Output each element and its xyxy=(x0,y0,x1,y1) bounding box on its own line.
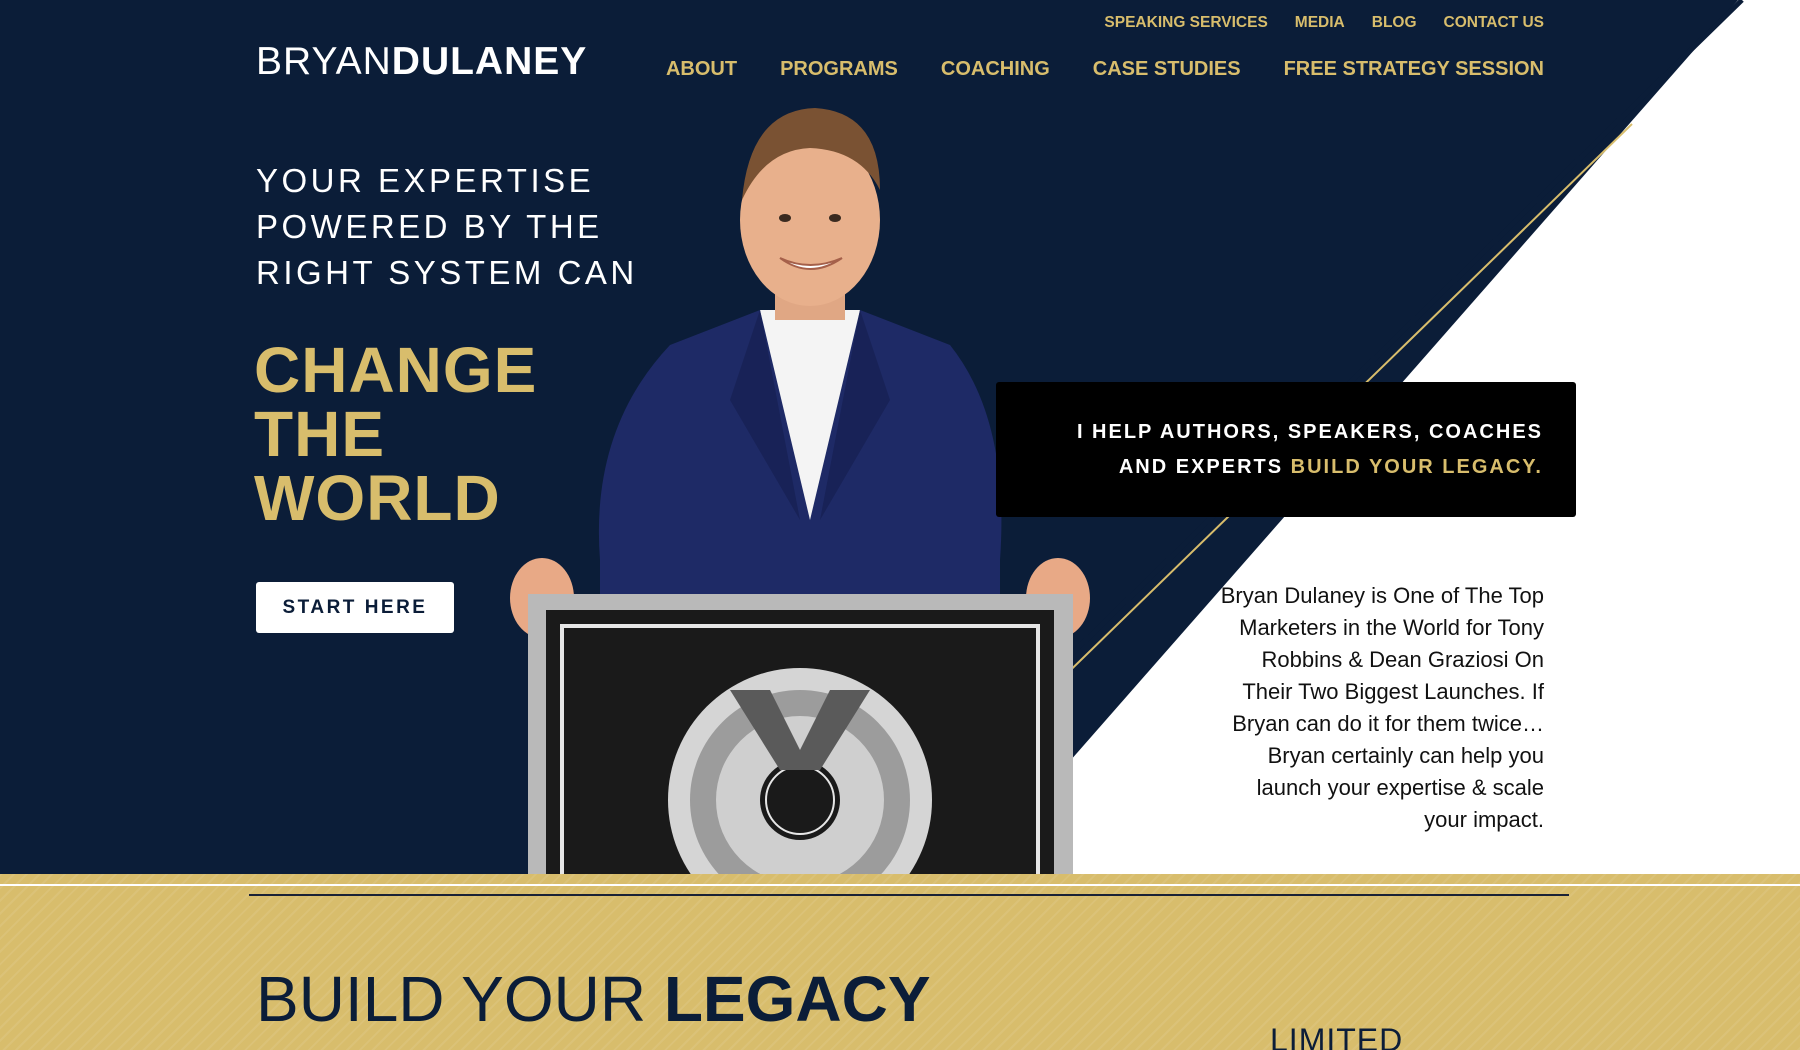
nav-about[interactable]: ABOUT xyxy=(666,58,737,81)
nav-speaking-services[interactable]: SPEAKING SERVICES xyxy=(1104,14,1267,32)
nav-blog[interactable]: BLOG xyxy=(1372,14,1417,32)
bio-line: Bryan Dulaney is One of The Top xyxy=(1220,583,1544,608)
divider-line xyxy=(0,884,1800,886)
main-nav: ABOUT PROGRAMS COACHING CASE STUDIES FRE… xyxy=(666,58,1544,81)
bio-line: launch your expertise & scale xyxy=(1256,775,1544,800)
callout-build-legacy: BUILD YOUR LEGACY. xyxy=(1290,456,1543,478)
bio-paragraph: Bryan Dulaney is One of The Top Marketer… xyxy=(1164,580,1544,836)
divider-line xyxy=(249,894,1569,896)
nav-coaching[interactable]: COACHING xyxy=(941,58,1050,81)
legacy-heading-light: BUILD YOUR xyxy=(256,963,647,1035)
bio-line: Bryan can do it for them twice… xyxy=(1232,711,1544,736)
nav-free-strategy-session[interactable]: FREE STRATEGY SESSION xyxy=(1284,58,1544,81)
top-utility-nav: SPEAKING SERVICES MEDIA BLOG CONTACT US xyxy=(1104,14,1544,32)
limited-label: LIMITED xyxy=(1270,1022,1404,1050)
callout-line-1: I HELP AUTHORS, SPEAKERS, COACHES xyxy=(1076,421,1543,443)
callout-line-2: AND EXPERTS BUILD YOUR LEGACY. xyxy=(996,450,1543,485)
nav-media[interactable]: MEDIA xyxy=(1295,14,1345,32)
callout-box: I HELP AUTHORS, SPEAKERS, COACHES AND EX… xyxy=(996,382,1576,517)
callout-experts: AND EXPERTS xyxy=(1118,456,1284,478)
legacy-section: BUILD YOUR LEGACY LIMITED xyxy=(0,874,1800,1050)
start-here-button[interactable]: START HERE xyxy=(256,582,454,633)
nav-contact-us[interactable]: CONTACT US xyxy=(1444,14,1544,32)
bio-line: Bryan certainly can help you xyxy=(1267,743,1544,768)
bio-line: your impact. xyxy=(1424,807,1544,832)
legacy-heading-bold: LEGACY xyxy=(663,963,931,1035)
bio-line: Marketers in the World for Tony xyxy=(1239,615,1544,640)
logo-first-name: BRYAN xyxy=(256,40,392,83)
nav-case-studies[interactable]: CASE STUDIES xyxy=(1093,58,1241,81)
bio-line: Robbins & Dean Graziosi On xyxy=(1261,647,1544,672)
site-logo[interactable]: BRYANDULANEY xyxy=(256,40,587,84)
nav-programs[interactable]: PROGRAMS xyxy=(780,58,898,81)
bio-line: Their Two Biggest Launches. If xyxy=(1242,679,1544,704)
hero-section: BRYANDULANEY SPEAKING SERVICES MEDIA BLO… xyxy=(0,0,1800,884)
legacy-heading: BUILD YOUR LEGACY xyxy=(256,962,931,1036)
logo-last-name: DULANEY xyxy=(391,40,588,83)
